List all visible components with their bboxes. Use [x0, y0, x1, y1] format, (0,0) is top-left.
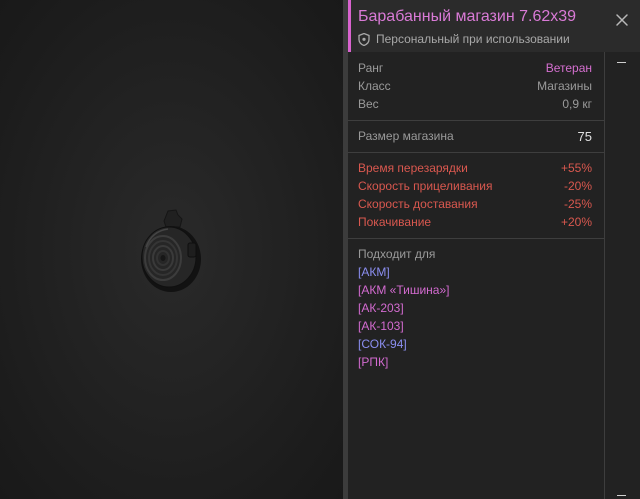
- compatible-weapon-link[interactable]: [РПК]: [358, 355, 388, 369]
- binding-status: Персональный при использовании: [358, 32, 570, 46]
- modifier-value: -20%: [563, 179, 592, 193]
- compatible-weapon-link[interactable]: [АКМ]: [358, 265, 390, 279]
- stat-label: Размер магазина: [358, 129, 454, 143]
- compatible-weapon-link[interactable]: [АКМ «Тишина»]: [358, 283, 449, 297]
- modifier-row: Покачивание +20%: [358, 213, 592, 231]
- binding-label: Персональный при использовании: [376, 32, 570, 46]
- close-icon[interactable]: [614, 12, 630, 28]
- stat-value: Магазины: [537, 79, 592, 93]
- item-title: Барабанный магазин 7.62x39: [358, 8, 577, 25]
- stat-label: Вес: [358, 97, 379, 111]
- scrollbar-top-mark: [617, 62, 626, 63]
- compatible-weapon-link[interactable]: [АК-203]: [358, 301, 404, 315]
- stat-row-weight: Вес 0,9 кг: [358, 95, 592, 113]
- modifier-row: Скорость прицеливания -20%: [358, 177, 592, 195]
- stat-value: 0,9 кг: [562, 97, 592, 111]
- drum-magazine-image: [141, 209, 201, 292]
- section-divider: [348, 238, 604, 239]
- compatible-weapon-link[interactable]: [АК-103]: [358, 319, 404, 333]
- modifier-value: +55%: [560, 161, 592, 175]
- stat-label: Класс: [358, 79, 391, 93]
- compatible-title: Подходит для: [358, 247, 436, 261]
- rarity-accent-bar: [348, 0, 351, 52]
- modifier-value: -25%: [563, 197, 592, 211]
- modifier-label: Покачивание: [358, 215, 432, 229]
- shield-icon: [358, 32, 370, 46]
- modifier-label: Скорость прицеливания: [358, 179, 493, 193]
- stat-row-class: Класс Магазины: [358, 77, 592, 95]
- item-viewer[interactable]: [0, 0, 343, 499]
- item-details: Ранг Ветеран Класс Магазины Вес 0,9 кг Р…: [348, 52, 605, 499]
- section-divider: [348, 152, 604, 153]
- scrollbar[interactable]: [606, 58, 640, 499]
- stat-row-capacity: Размер магазина 75: [358, 127, 592, 145]
- stat-value: Ветеран: [545, 61, 592, 75]
- item-header: Барабанный магазин 7.62x39 Персональный …: [348, 0, 640, 52]
- stat-value: 75: [577, 128, 592, 144]
- scrollbar-bottom-mark: [617, 495, 626, 496]
- section-divider: [348, 120, 604, 121]
- modifier-label: Время перезарядки: [358, 161, 468, 175]
- item-info-panel: Барабанный магазин 7.62x39 Персональный …: [348, 0, 640, 499]
- stat-label: Ранг: [358, 61, 384, 75]
- stat-row-rank: Ранг Ветеран: [358, 59, 592, 77]
- modifier-row: Время перезарядки +55%: [358, 159, 592, 177]
- modifier-label: Скорость доставания: [358, 197, 478, 211]
- compatible-weapon-link[interactable]: [СОК-94]: [358, 337, 407, 351]
- modifier-row: Скорость доставания -25%: [358, 195, 592, 213]
- modifier-value: +20%: [560, 215, 592, 229]
